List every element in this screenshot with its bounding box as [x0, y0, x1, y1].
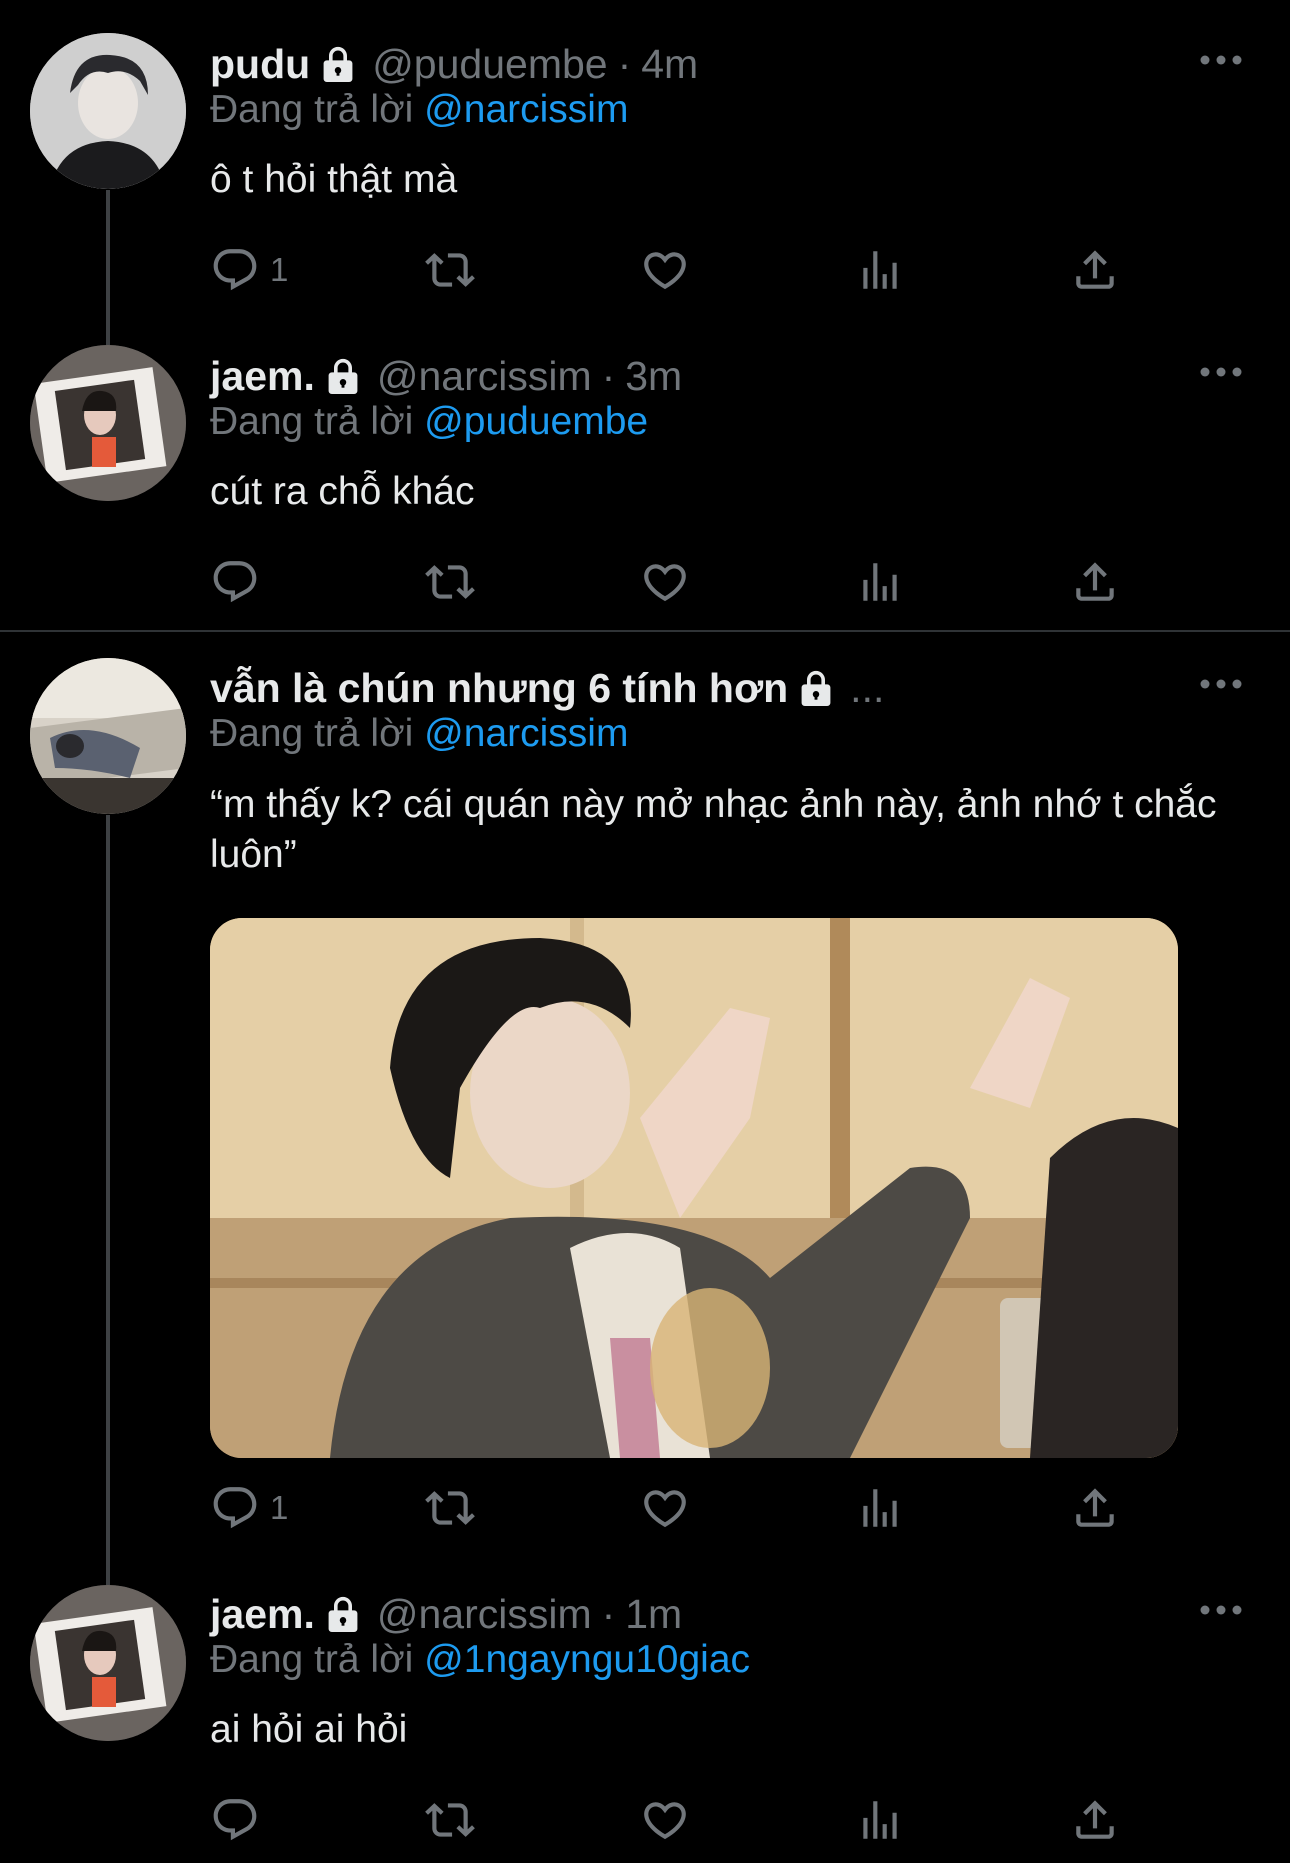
tweet-text: cút ra chỗ khác	[210, 470, 475, 513]
views-button[interactable]	[855, 1478, 905, 1538]
tweet-header: vẫn là chún nhưng 6 tính hơn ...	[210, 662, 884, 714]
reply-button[interactable]: 1	[210, 1478, 288, 1538]
reply-prefix: Đang trả lời	[210, 712, 414, 755]
views-icon	[855, 1795, 905, 1845]
more-icon[interactable]	[1196, 50, 1246, 70]
more-icon[interactable]	[1196, 674, 1246, 694]
more-icon[interactable]	[1196, 1600, 1246, 1620]
views-icon	[855, 245, 905, 295]
like-icon	[640, 245, 690, 295]
thread-divider	[0, 630, 1290, 632]
mention-link[interactable]: @narcissim	[424, 712, 628, 755]
share-button[interactable]	[1070, 240, 1120, 300]
tweet-header: jaem. @narcissim · 1m	[210, 1588, 682, 1640]
thread-connector	[106, 190, 110, 345]
retweet-button[interactable]	[425, 552, 475, 612]
tweet-text: “m thấy k? cái quán này mở nhạc ảnh này,…	[210, 783, 1217, 876]
separator-dot: ·	[601, 1590, 616, 1637]
separator-dot: ·	[601, 352, 616, 399]
username[interactable]: @narcissim	[377, 353, 592, 400]
reply-prefix: Đang trả lời	[210, 88, 414, 131]
tweet-text: ai hỏi ai hỏi	[210, 1708, 408, 1751]
mention-link[interactable]: @narcissim	[424, 88, 628, 131]
action-bar: 1	[210, 1478, 1130, 1538]
timestamp[interactable]: 4m	[641, 41, 698, 88]
timestamp[interactable]: 3m	[625, 353, 682, 400]
like-icon	[640, 557, 690, 607]
action-bar	[210, 1790, 1130, 1850]
display-name[interactable]: jaem.	[210, 1591, 315, 1638]
like-icon	[640, 1795, 690, 1845]
like-button[interactable]	[640, 240, 690, 300]
like-button[interactable]	[640, 1790, 690, 1850]
replying-to: Đang trả lời @puduembe	[210, 400, 648, 444]
share-icon	[1070, 245, 1120, 295]
username[interactable]: @puduembe	[372, 41, 607, 88]
replying-to: Đang trả lời @narcissim	[210, 88, 628, 132]
views-button[interactable]	[855, 1790, 905, 1850]
timestamp[interactable]: 1m	[625, 1591, 682, 1638]
reply-count: 1	[270, 1489, 289, 1526]
retweet-button[interactable]	[425, 240, 475, 300]
reply-prefix: Đang trả lời	[210, 400, 414, 443]
action-bar: 1	[210, 240, 1130, 300]
retweet-button[interactable]	[425, 1478, 475, 1538]
reply-count: 1	[270, 251, 289, 288]
avatar[interactable]	[30, 33, 186, 189]
views-button[interactable]	[855, 552, 905, 612]
share-button[interactable]	[1070, 552, 1120, 612]
reply-icon	[210, 557, 260, 607]
views-icon	[855, 1483, 905, 1533]
display-name[interactable]: pudu	[210, 41, 310, 88]
replying-to: Đang trả lời @1ngayngu10giac	[210, 1638, 750, 1682]
avatar[interactable]	[30, 1585, 186, 1741]
username-truncated[interactable]: ...	[850, 665, 884, 712]
retweet-button[interactable]	[425, 1790, 475, 1850]
like-button[interactable]	[640, 1478, 690, 1538]
username[interactable]: @narcissim	[377, 1591, 592, 1638]
separator-dot: ·	[617, 40, 632, 87]
lock-icon	[325, 1594, 361, 1634]
retweet-icon	[425, 1483, 475, 1533]
tweet-media-photo[interactable]	[210, 918, 1178, 1458]
like-icon	[640, 1483, 690, 1533]
views-button[interactable]	[855, 240, 905, 300]
avatar[interactable]	[30, 345, 186, 501]
display-name[interactable]: vẫn là chún nhưng 6 tính hơn	[210, 665, 788, 712]
replying-to: Đang trả lời @narcissim	[210, 712, 628, 756]
tweet-header: jaem. @narcissim · 3m	[210, 350, 682, 402]
share-icon	[1070, 1795, 1120, 1845]
reply-icon	[210, 1483, 260, 1533]
thread-connector	[106, 815, 110, 1585]
retweet-icon	[425, 1795, 475, 1845]
share-button[interactable]	[1070, 1790, 1120, 1850]
avatar[interactable]	[30, 658, 186, 814]
display-name[interactable]: jaem.	[210, 353, 315, 400]
share-button[interactable]	[1070, 1478, 1120, 1538]
mention-link[interactable]: @1ngayngu10giac	[424, 1638, 750, 1681]
reply-icon	[210, 1795, 260, 1845]
lock-icon	[798, 668, 834, 708]
reply-icon	[210, 245, 260, 295]
reply-button[interactable]	[210, 552, 270, 612]
lock-icon	[325, 356, 361, 396]
action-bar	[210, 552, 1130, 612]
share-icon	[1070, 1483, 1120, 1533]
retweet-icon	[425, 557, 475, 607]
reply-button[interactable]	[210, 1790, 270, 1850]
lock-icon	[320, 44, 356, 84]
share-icon	[1070, 557, 1120, 607]
reply-prefix: Đang trả lời	[210, 1638, 414, 1681]
retweet-icon	[425, 245, 475, 295]
like-button[interactable]	[640, 552, 690, 612]
mention-link[interactable]: @puduembe	[424, 400, 648, 443]
views-icon	[855, 557, 905, 607]
tweet-header: pudu @puduembe · 4m	[210, 38, 698, 90]
reply-button[interactable]: 1	[210, 240, 288, 300]
more-icon[interactable]	[1196, 362, 1246, 382]
tweet-text: ô t hỏi thật mà	[210, 158, 458, 201]
